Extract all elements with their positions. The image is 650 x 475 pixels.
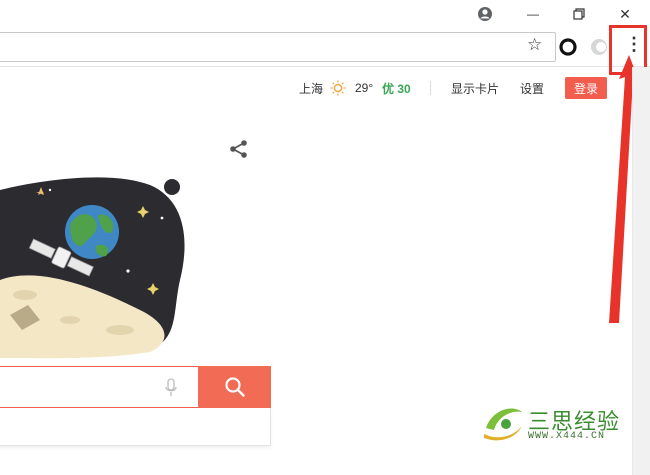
microphone-icon[interactable]: [165, 378, 177, 398]
close-button[interactable]: ✕: [602, 0, 648, 28]
watermark-url: WWW.X444.CN: [528, 431, 606, 442]
page-scrollbar[interactable]: [632, 67, 650, 475]
temperature-label: 29°: [355, 81, 374, 95]
watermark: 三思经验 WWW.X444.CN: [480, 400, 630, 450]
close-icon: ✕: [619, 5, 631, 22]
extension-ring-icon[interactable]: [558, 37, 578, 57]
watermark-logo-icon: [484, 408, 522, 441]
restore-button[interactable]: [556, 0, 602, 28]
search-icon: [224, 377, 245, 397]
search-button[interactable]: [198, 366, 271, 408]
search-suggestion-panel: [0, 408, 271, 446]
air-quality-badge[interactable]: 优 30: [382, 78, 411, 98]
sun-icon: [330, 80, 346, 96]
account-icon[interactable]: [462, 0, 508, 28]
bookmark-star-icon[interactable]: ☆: [527, 35, 542, 55]
settings-link[interactable]: 设置: [520, 78, 544, 98]
search-input[interactable]: [0, 366, 198, 408]
window-title-bar: — ✕: [0, 0, 650, 28]
minimize-button[interactable]: —: [510, 0, 556, 28]
share-icon[interactable]: [229, 139, 249, 159]
browser-toolbar: ☆ ⋮: [0, 28, 650, 67]
city-label[interactable]: 上海: [299, 78, 323, 98]
show-cards-link[interactable]: 显示卡片: [451, 78, 499, 98]
login-button[interactable]: 登录: [565, 77, 607, 99]
restore-icon: [573, 8, 585, 20]
minimize-icon: —: [527, 7, 539, 21]
doodle-illustration[interactable]: [0, 170, 200, 360]
address-bar[interactable]: [0, 32, 556, 62]
nav-divider: [430, 81, 431, 95]
extension-gray-icon[interactable]: [589, 37, 609, 57]
